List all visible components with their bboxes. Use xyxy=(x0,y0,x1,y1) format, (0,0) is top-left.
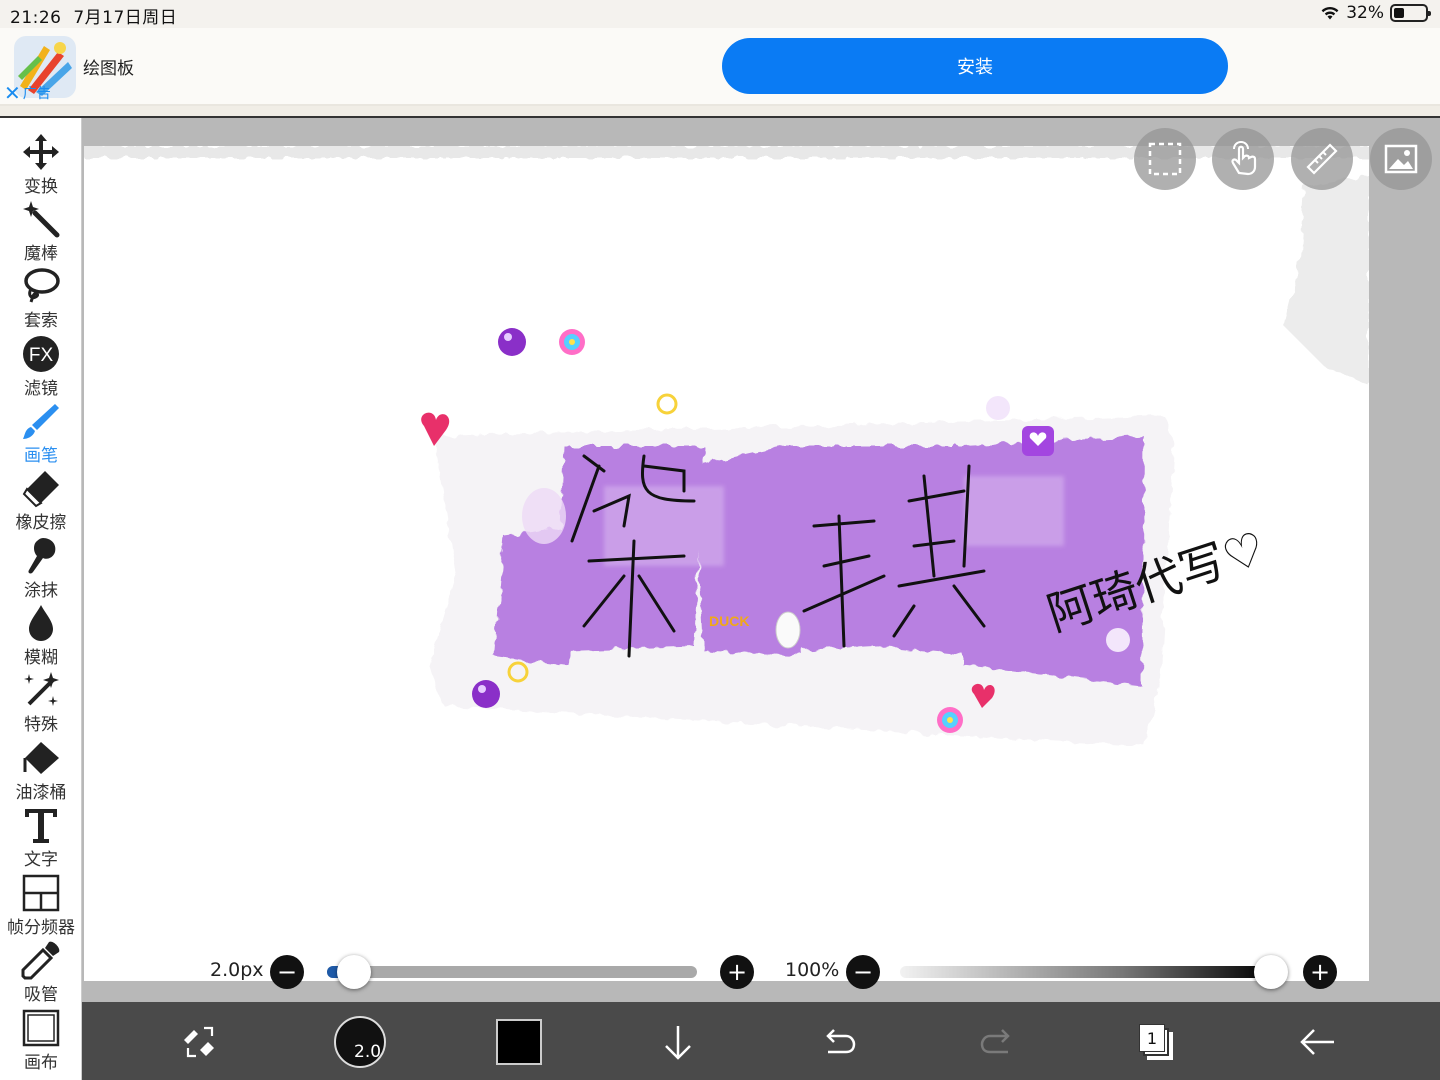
arrow-down-icon xyxy=(665,1026,691,1060)
status-bar: 21:26 7月17日周日 32% xyxy=(0,0,1440,28)
hand-touch-button[interactable] xyxy=(1212,128,1274,190)
ad-app-name: 绘图板 xyxy=(83,59,134,79)
selection-button[interactable] xyxy=(1134,128,1196,190)
redo-icon xyxy=(980,1029,1010,1054)
layer-count: 1 xyxy=(1139,1024,1165,1052)
frame-divider-icon xyxy=(22,874,60,912)
artwork: 阿琦代写♡ DUCK xyxy=(84,146,1369,746)
ad-banner: 绘图板 ✕ 广告 安装 xyxy=(0,28,1440,106)
back-button[interactable] xyxy=(1290,1014,1346,1070)
duck-sticker-text: DUCK xyxy=(709,613,749,629)
tool-blur[interactable]: 模糊 xyxy=(0,603,82,669)
eyedropper-icon xyxy=(21,941,60,980)
lasso-icon xyxy=(24,268,60,303)
color-picker-button[interactable] xyxy=(491,1014,547,1070)
drawing-canvas[interactable]: 阿琦代写♡ DUCK xyxy=(84,146,1369,981)
text-icon xyxy=(25,809,57,843)
battery-icon xyxy=(1390,4,1431,22)
close-icon[interactable]: ✕ xyxy=(4,83,21,103)
status-time-date: 21:26 7月17日周日 xyxy=(10,8,178,28)
tool-text[interactable]: 文字 xyxy=(0,805,82,871)
svg-text:FX: FX xyxy=(29,345,54,366)
tool-brush[interactable]: 画笔 xyxy=(0,401,82,467)
tool-special[interactable]: 特殊 xyxy=(0,670,82,736)
ad-close[interactable]: ✕ 广告 xyxy=(4,83,51,103)
wifi-icon xyxy=(1321,6,1339,20)
undo-icon xyxy=(826,1029,856,1054)
ruler-icon xyxy=(1306,143,1338,175)
download-button[interactable] xyxy=(650,1014,706,1070)
tool-eraser[interactable]: 橡皮擦 xyxy=(0,468,82,534)
install-button[interactable]: 安装 xyxy=(722,38,1228,94)
tool-magic-wand[interactable]: 魔棒 xyxy=(0,199,82,265)
arrow-left-icon xyxy=(1300,1029,1334,1055)
brush-settings-row: 2.0px − + 100% − + xyxy=(82,944,1372,1000)
ruler-button[interactable] xyxy=(1291,128,1353,190)
brush-size-button[interactable]: 2.0 xyxy=(332,1014,388,1070)
move-icon xyxy=(23,134,59,170)
reference-image-icon xyxy=(1384,144,1418,174)
layers-button[interactable]: 1 xyxy=(1128,1014,1184,1070)
opacity-increase-button[interactable]: + xyxy=(1303,955,1337,989)
minus-icon: − xyxy=(852,958,874,986)
tool-sidebar: 变换 魔棒 套索 FX 滤镜 画笔 橡皮擦 涂抹 模糊 特殊 油漆桶 文字 帧分… xyxy=(0,118,82,1080)
brush-eraser-swap-button[interactable] xyxy=(172,1014,228,1070)
current-color-swatch xyxy=(496,1019,542,1065)
canvas-icon xyxy=(22,1009,60,1047)
tool-smudge[interactable]: 涂抹 xyxy=(0,536,82,602)
sparkle-icon xyxy=(24,672,59,706)
fx-icon: FX xyxy=(23,336,59,372)
brush-icon xyxy=(23,404,59,439)
ad-label: 广告 xyxy=(22,86,51,102)
selection-icon xyxy=(1148,142,1182,176)
brush-size-value: 2.0px xyxy=(210,959,264,981)
opacity-decrease-button[interactable]: − xyxy=(846,955,880,989)
eraser-icon xyxy=(22,471,59,508)
tool-lasso[interactable]: 套索 xyxy=(0,266,82,332)
blur-drop-icon xyxy=(29,605,53,641)
magic-wand-icon xyxy=(23,201,60,238)
reference-image-button[interactable] xyxy=(1370,128,1432,190)
opacity-slider[interactable] xyxy=(900,966,1272,978)
battery-percent: 32% xyxy=(1346,3,1384,23)
work-area[interactable]: 阿琦代写♡ DUCK xyxy=(82,118,1440,1002)
opacity-thumb[interactable] xyxy=(1254,955,1288,989)
brush-size-slider[interactable] xyxy=(327,966,697,978)
tool-frame-divider[interactable]: 帧分频器 xyxy=(0,873,82,939)
divider xyxy=(0,106,1440,118)
tool-transform[interactable]: 变换 xyxy=(0,132,82,198)
plus-icon: + xyxy=(1309,958,1331,986)
brush-size-increase-button[interactable]: + xyxy=(720,955,754,989)
tool-paint-bucket[interactable]: 油漆桶 xyxy=(0,738,82,804)
hand-touch-icon xyxy=(1231,141,1257,176)
layers-icon: 1 xyxy=(1139,1024,1173,1060)
tool-eyedropper[interactable]: 吸管 xyxy=(0,940,82,1006)
undo-button[interactable] xyxy=(810,1014,866,1070)
bucket-icon xyxy=(23,742,59,774)
plus-icon: + xyxy=(726,958,748,986)
tool-filter[interactable]: FX 滤镜 xyxy=(0,334,82,400)
redo-button[interactable] xyxy=(970,1014,1026,1070)
brush-size-badge: 2.0 xyxy=(334,1016,386,1068)
opacity-value: 100% xyxy=(785,959,840,981)
bottom-toolbar: 2.0 1 xyxy=(82,1002,1440,1080)
brush-size-decrease-button[interactable]: − xyxy=(270,955,304,989)
smudge-icon xyxy=(28,538,56,574)
minus-icon: − xyxy=(276,958,298,986)
tool-canvas[interactable]: 画布 xyxy=(0,1008,82,1074)
brush-size-thumb[interactable] xyxy=(337,955,371,989)
swap-tools-icon xyxy=(184,1026,214,1058)
